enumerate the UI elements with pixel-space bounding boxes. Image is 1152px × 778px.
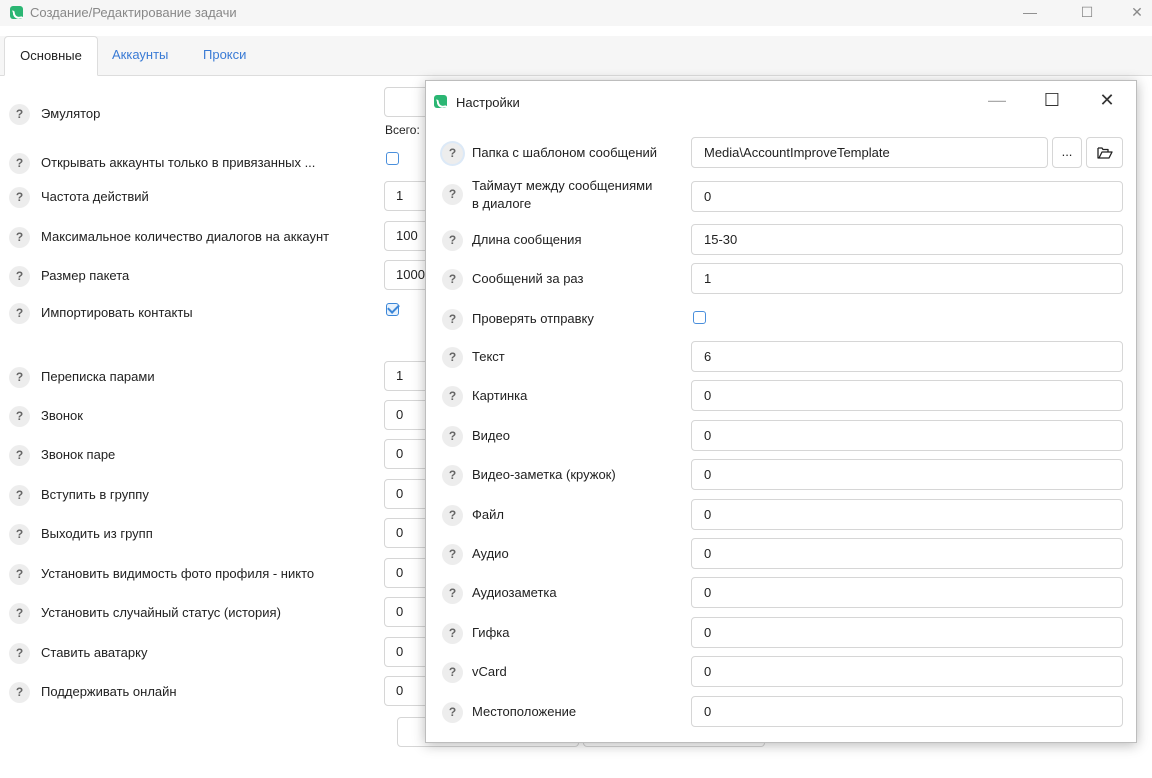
folder-open-icon[interactable] — [1086, 137, 1123, 168]
tab-bar: Основные Аккаунты Прокси — [0, 36, 1152, 76]
import-contacts-checkbox[interactable] — [386, 303, 399, 316]
text-label: Текст — [472, 349, 505, 364]
help-icon[interactable]: ? — [442, 465, 463, 486]
video-note-input[interactable]: 0 — [691, 459, 1123, 490]
help-icon[interactable]: ? — [442, 269, 463, 290]
main-titlebar: Создание/Редактирование задачи — ☐ ✕ — [0, 0, 1152, 26]
help-icon[interactable]: ? — [9, 227, 30, 248]
file-input[interactable]: 0 — [691, 499, 1123, 530]
pair-chat-label: Переписка парами — [41, 369, 155, 384]
picture-label: Картинка — [472, 388, 528, 403]
audio-note-input[interactable]: 0 — [691, 577, 1123, 608]
help-icon[interactable]: ? — [442, 309, 463, 330]
help-icon[interactable]: ? — [9, 485, 30, 506]
leave-groups-label: Выходить из групп — [41, 526, 153, 541]
help-icon[interactable]: ? — [9, 564, 30, 585]
audio-label: Аудио — [472, 546, 509, 561]
help-icon[interactable]: ? — [442, 386, 463, 407]
text-input[interactable]: 6 — [691, 341, 1123, 372]
timeout-label-line2: в диалоге — [472, 196, 532, 211]
settings-dialog-title: Настройки — [456, 95, 520, 110]
audio-note-label: Аудиозаметка — [472, 585, 557, 600]
minimize-button[interactable]: — — [1010, 0, 1050, 26]
video-label: Видео — [472, 428, 510, 443]
location-label: Местоположение — [472, 704, 577, 719]
timeout-label: Таймаут между сообщениями в диалоге — [472, 177, 652, 213]
help-icon[interactable]: ? — [442, 505, 463, 526]
picture-input[interactable]: 0 — [691, 380, 1123, 411]
packet-size-label: Размер пакета — [41, 268, 130, 283]
help-icon[interactable]: ? — [9, 524, 30, 545]
tab-main[interactable]: Основные — [4, 36, 98, 76]
file-label: Файл — [472, 507, 504, 522]
avatar-label: Ставить аватарку — [41, 645, 148, 660]
bound-accounts-label: Открывать аккаунты только в привязанных … — [41, 155, 316, 170]
help-icon[interactable]: ? — [9, 104, 30, 125]
help-icon[interactable]: ? — [442, 426, 463, 447]
check-sending-label: Проверять отправку — [472, 311, 594, 326]
help-icon[interactable]: ? — [442, 230, 463, 251]
help-icon[interactable]: ? — [9, 603, 30, 624]
join-group-label: Вступить в группу — [41, 487, 149, 502]
help-icon[interactable]: ? — [9, 643, 30, 664]
help-icon[interactable]: ? — [9, 303, 30, 324]
video-input[interactable]: 0 — [691, 420, 1123, 451]
help-icon[interactable]: ? — [9, 682, 30, 703]
tab-proxies[interactable]: Прокси — [193, 36, 256, 76]
folder-open-icon-glyph — [1096, 147, 1113, 159]
help-icon[interactable]: ? — [9, 367, 30, 388]
main-window-title: Создание/Редактирование задачи — [30, 5, 237, 20]
settings-dialog: Настройки — ☐ ✕ ? Папка с шаблоном сообщ… — [425, 80, 1137, 743]
timeout-label-line1: Таймаут между сообщениями — [472, 178, 653, 193]
help-icon[interactable]: ? — [442, 143, 463, 164]
help-icon[interactable]: ? — [442, 544, 463, 565]
timeout-input[interactable]: 0 — [691, 181, 1123, 212]
dialog-close-button[interactable]: ✕ — [1087, 85, 1127, 115]
keep-online-label: Поддерживать онлайн — [41, 684, 177, 699]
help-icon[interactable]: ? — [442, 623, 463, 644]
total-label: Всего: — [385, 123, 420, 137]
gif-label: Гифка — [472, 625, 510, 640]
app-logo-icon — [10, 6, 23, 19]
help-icon[interactable]: ? — [442, 662, 463, 683]
audio-input[interactable]: 0 — [691, 538, 1123, 569]
vcard-input[interactable]: 0 — [691, 656, 1123, 687]
app-logo-icon — [434, 95, 447, 108]
emulator-label: Эмулятор — [41, 106, 101, 121]
close-button[interactable]: ✕ — [1117, 0, 1152, 26]
gif-input[interactable]: 0 — [691, 617, 1123, 648]
tab-accounts[interactable]: Аккаунты — [102, 36, 178, 76]
help-icon[interactable]: ? — [9, 406, 30, 427]
video-note-label: Видео-заметка (кружок) — [472, 467, 616, 482]
template-folder-input[interactable]: Media\AccountImproveTemplate — [691, 137, 1048, 168]
call-pair-label: Звонок паре — [41, 447, 116, 462]
browse-button[interactable]: ... — [1052, 137, 1082, 168]
call-label: Звонок — [41, 408, 83, 423]
messages-per-time-label: Сообщений за раз — [472, 271, 584, 286]
vcard-label: vCard — [472, 664, 507, 679]
template-folder-label: Папка с шаблоном сообщений — [472, 145, 658, 160]
help-icon[interactable]: ? — [442, 583, 463, 604]
action-frequency-label: Частота действий — [41, 189, 149, 204]
help-icon[interactable]: ? — [9, 153, 30, 174]
photo-visibility-label: Установить видимость фото профиля - никт… — [41, 566, 315, 581]
help-icon[interactable]: ? — [442, 702, 463, 723]
dialog-maximize-button[interactable]: ☐ — [1032, 85, 1072, 115]
check-sending-checkbox[interactable] — [693, 311, 706, 324]
help-icon[interactable]: ? — [442, 347, 463, 368]
help-icon[interactable]: ? — [9, 187, 30, 208]
bound-accounts-checkbox[interactable] — [386, 152, 399, 165]
help-icon[interactable]: ? — [442, 184, 463, 205]
message-length-label: Длина сообщения — [472, 232, 582, 247]
location-input[interactable]: 0 — [691, 696, 1123, 727]
message-length-input[interactable]: 15-30 — [691, 224, 1123, 255]
max-dialogs-label: Максимальное количество диалогов на акка… — [41, 229, 330, 244]
messages-per-time-input[interactable]: 1 — [691, 263, 1123, 294]
help-icon[interactable]: ? — [9, 266, 30, 287]
dialog-minimize-button[interactable]: — — [977, 85, 1017, 115]
random-status-label: Установить случайный статус (история) — [41, 605, 281, 620]
help-icon[interactable]: ? — [9, 445, 30, 466]
maximize-button[interactable]: ☐ — [1067, 0, 1107, 26]
import-contacts-label: Импортировать контакты — [41, 305, 193, 320]
